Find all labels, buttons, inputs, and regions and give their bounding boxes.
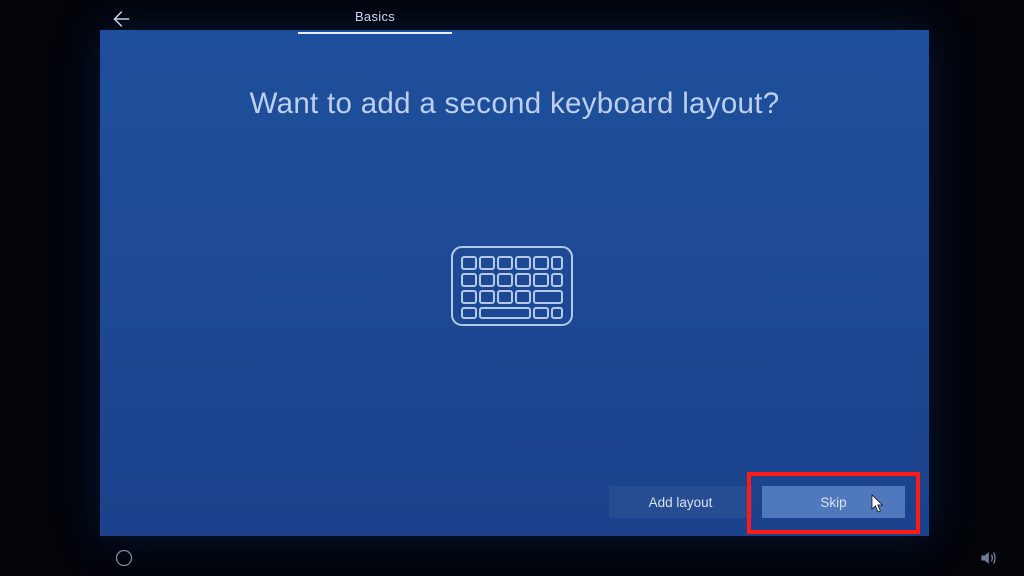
skip-label: Skip [820, 495, 846, 510]
sound-icon[interactable] [978, 548, 998, 568]
tab-label: Basics [355, 9, 395, 24]
skip-button[interactable]: Skip [762, 486, 905, 518]
page-title: Want to add a second keyboard layout? [100, 87, 929, 121]
back-arrow-icon[interactable] [109, 8, 131, 30]
add-layout-label: Add layout [649, 495, 713, 510]
ease-of-access-icon[interactable] [114, 548, 134, 568]
keyboard-icon [0, 245, 1024, 327]
add-layout-button[interactable]: Add layout [609, 486, 752, 518]
tab-basics[interactable]: Basics [298, 0, 452, 34]
